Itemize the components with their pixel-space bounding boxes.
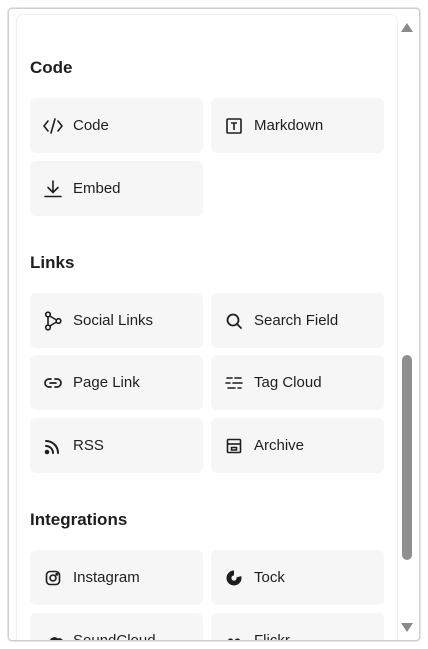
block-label: RSS <box>73 437 104 454</box>
block-soundcloud[interactable]: SoundCloud <box>30 613 203 640</box>
markdown-icon <box>223 115 245 137</box>
block-label: Flickr <box>254 632 290 640</box>
block-label: Embed <box>73 180 121 197</box>
block-code[interactable]: Code <box>30 98 203 153</box>
tag-cloud-icon <box>223 372 245 394</box>
block-list-panel: Code Code Markdown Embed Links Social Li… <box>17 15 397 640</box>
block-inserter-window: Code Code Markdown Embed Links Social Li… <box>8 8 420 641</box>
flickr-icon <box>223 630 245 640</box>
vertical-scrollbar[interactable] <box>399 15 415 640</box>
embed-icon <box>42 178 64 200</box>
block-tock[interactable]: Tock <box>211 550 384 605</box>
share-icon <box>42 310 64 332</box>
block-label: Markdown <box>254 117 324 134</box>
block-label: Page Link <box>73 374 140 391</box>
search-icon <box>223 310 245 332</box>
rss-icon <box>42 435 64 457</box>
section-title-integrations: Integrations <box>30 510 128 529</box>
code-icon <box>42 115 64 137</box>
soundcloud-icon <box>42 630 64 640</box>
block-label: Archive <box>254 437 305 454</box>
block-search-field[interactable]: Search Field <box>211 293 384 348</box>
block-label: Instagram <box>73 569 140 586</box>
block-instagram[interactable]: Instagram <box>30 550 203 605</box>
section-title-links: Links <box>30 253 75 272</box>
scroll-up-arrow-icon[interactable] <box>401 23 413 32</box>
block-page-link[interactable]: Page Link <box>30 355 203 410</box>
archive-icon <box>223 435 245 457</box>
tock-icon <box>223 567 245 589</box>
block-label: SoundCloud <box>73 632 156 640</box>
block-tag-cloud[interactable]: Tag Cloud <box>211 355 384 410</box>
block-label: Search Field <box>254 312 339 329</box>
instagram-icon <box>42 567 64 589</box>
block-label: Tag Cloud <box>254 374 322 391</box>
section-title-code: Code <box>30 58 73 77</box>
block-label: Tock <box>254 569 285 586</box>
scroll-down-arrow-icon[interactable] <box>401 623 413 632</box>
block-flickr[interactable]: Flickr <box>211 613 384 640</box>
link-icon <box>42 372 64 394</box>
block-label: Social Links <box>73 312 154 329</box>
block-social-links[interactable]: Social Links <box>30 293 203 348</box>
block-markdown[interactable]: Markdown <box>211 98 384 153</box>
scrollbar-thumb[interactable] <box>402 355 412 560</box>
block-archive[interactable]: Archive <box>211 418 384 473</box>
block-rss[interactable]: RSS <box>30 418 203 473</box>
block-label: Code <box>73 117 109 134</box>
block-embed[interactable]: Embed <box>30 161 203 216</box>
